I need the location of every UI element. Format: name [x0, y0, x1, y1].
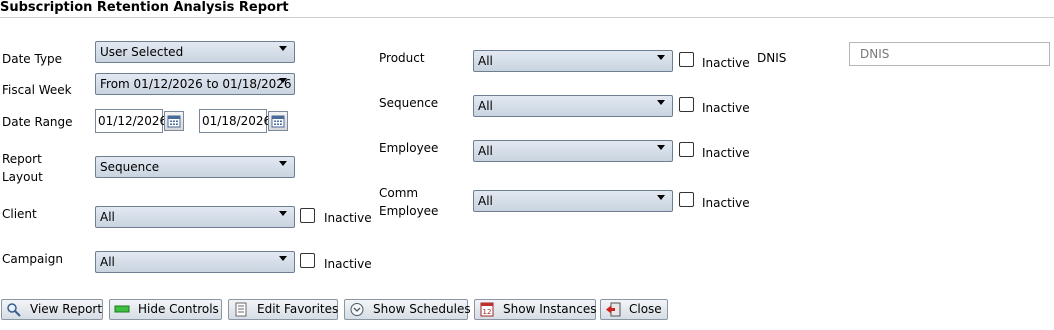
report-layout-select[interactable]: Sequence: [95, 156, 295, 178]
comm-employee-select[interactable]: All: [473, 190, 673, 212]
client-select[interactable]: All: [95, 206, 295, 228]
client-inactive-checkbox[interactable]: [300, 208, 315, 223]
chevron-down-icon: [279, 46, 287, 51]
close-button[interactable]: Close: [600, 299, 668, 320]
chevron-down-icon: [279, 78, 287, 83]
show-instances-label: Show Instances: [503, 302, 597, 316]
sequence-inactive-checkbox[interactable]: [679, 97, 694, 112]
date-type-value: User Selected: [100, 45, 184, 59]
edit-favorites-label: Edit Favorites: [257, 302, 339, 316]
dnis-field[interactable]: DNIS: [849, 42, 1050, 66]
sequence-inactive-label: Inactive: [702, 101, 750, 115]
employee-value: All: [478, 144, 493, 158]
dnis-label: DNIS: [757, 51, 787, 65]
employee-inactive-checkbox[interactable]: [679, 142, 694, 157]
fiscal-week-value: From 01/12/2026 to 01/18/2026: [100, 77, 292, 91]
magnifier-icon: [7, 303, 21, 317]
report-layout-label-line1: Report: [2, 152, 42, 166]
product-label: Product: [379, 51, 425, 65]
show-schedules-button[interactable]: Show Schedules: [344, 299, 471, 320]
start-date-calendar-button[interactable]: [164, 111, 184, 131]
comm-employee-inactive-label: Inactive: [702, 196, 750, 210]
svg-text:12: 12: [483, 308, 492, 316]
hide-controls-button[interactable]: Hide Controls: [109, 299, 222, 320]
hide-controls-label: Hide Controls: [138, 302, 219, 316]
campaign-inactive-checkbox[interactable]: [300, 253, 315, 268]
report-layout-label-line2: Layout: [2, 170, 43, 184]
chevron-down-icon: [279, 256, 287, 261]
chevron-down-icon: [657, 145, 665, 150]
chevron-down-icon: [279, 211, 287, 216]
product-select[interactable]: All: [473, 50, 673, 72]
view-report-label: View Report: [30, 302, 103, 316]
green-bar-icon: [114, 305, 130, 313]
chevron-down-icon: [657, 55, 665, 60]
calendar-icon: [167, 115, 181, 128]
product-value: All: [478, 54, 493, 68]
show-schedules-label: Show Schedules: [373, 302, 471, 316]
sequence-select[interactable]: All: [473, 95, 673, 117]
view-report-button[interactable]: View Report: [1, 299, 103, 320]
date-type-label: Date Type: [2, 52, 63, 66]
end-date-calendar-button[interactable]: [268, 111, 288, 131]
calendar-icon: 12: [480, 302, 494, 317]
employee-inactive-label: Inactive: [702, 146, 750, 160]
comm-employee-value: All: [478, 194, 493, 208]
client-label: Client: [2, 207, 37, 221]
show-instances-button[interactable]: 12 Show Instances: [474, 299, 597, 320]
sequence-value: All: [478, 99, 493, 113]
date-range-label: Date Range: [2, 115, 73, 129]
start-date-field[interactable]: 01/12/2026: [95, 109, 167, 133]
chevron-down-icon: [657, 195, 665, 200]
campaign-inactive-label: Inactive: [324, 257, 372, 271]
chevron-down-icon: [657, 100, 665, 105]
document-list-icon: [235, 302, 247, 317]
campaign-select[interactable]: All: [95, 251, 295, 273]
edit-favorites-button[interactable]: Edit Favorites: [228, 299, 338, 320]
campaign-value: All: [100, 255, 115, 269]
employee-select[interactable]: All: [473, 140, 673, 162]
client-inactive-label: Inactive: [324, 211, 372, 225]
employee-label: Employee: [379, 141, 439, 155]
product-inactive-checkbox[interactable]: [679, 52, 694, 67]
comm-employee-inactive-checkbox[interactable]: [679, 192, 694, 207]
close-label: Close: [629, 302, 662, 316]
comm-employee-label-line1: Comm: [379, 186, 419, 200]
page-title: Subscription Retention Analysis Report: [0, 0, 289, 15]
client-value: All: [100, 210, 115, 224]
date-type-select[interactable]: User Selected: [95, 41, 295, 63]
calendar-icon: [271, 115, 285, 128]
exit-door-icon: [606, 302, 621, 317]
comm-employee-label-line2: Employee: [379, 204, 439, 218]
sequence-label: Sequence: [379, 96, 439, 110]
fiscal-week-label: Fiscal Week: [2, 83, 72, 97]
campaign-label: Campaign: [2, 252, 63, 266]
fiscal-week-select[interactable]: From 01/12/2026 to 01/18/2026: [95, 73, 295, 95]
chevron-down-icon: [279, 161, 287, 166]
product-inactive-label: Inactive: [702, 56, 750, 70]
title-divider: [0, 17, 1054, 18]
clock-chevron-icon: [350, 303, 364, 316]
report-layout-value: Sequence: [100, 160, 160, 174]
end-date-field[interactable]: 01/18/2026: [199, 109, 271, 133]
